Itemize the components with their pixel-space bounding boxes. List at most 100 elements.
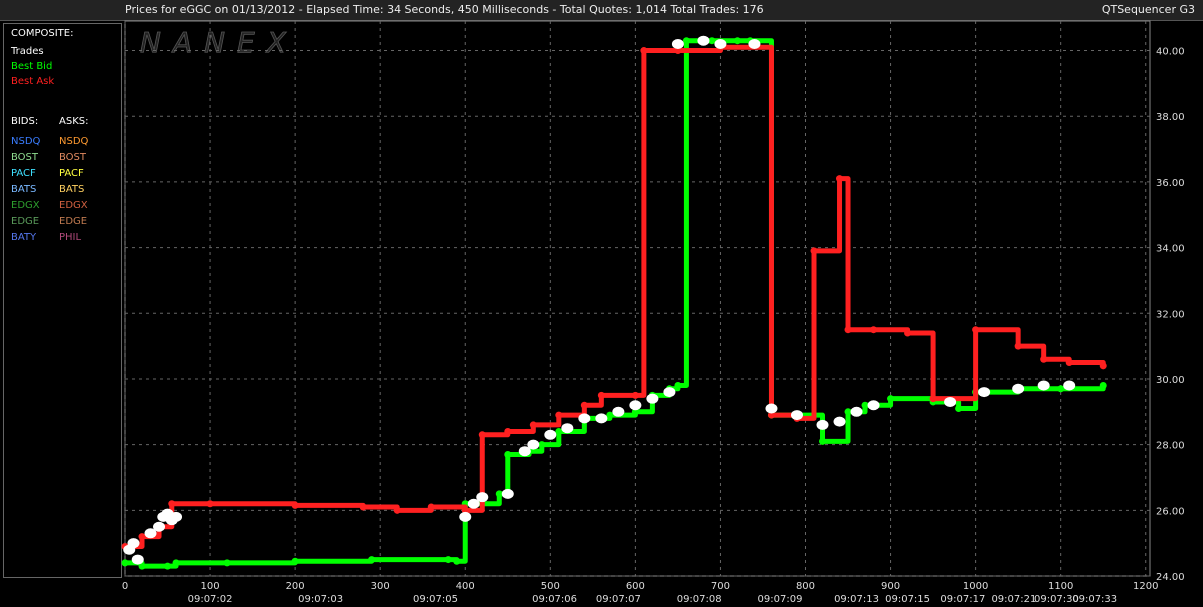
best-ask-point [478, 431, 486, 439]
x-tick-label: 500 [541, 581, 560, 592]
best-ask-point [904, 329, 912, 337]
best-ask-point [359, 503, 367, 511]
best-bid-point [887, 395, 895, 403]
y-tick-label: 40.00 [1156, 47, 1185, 58]
trade-point [153, 521, 166, 532]
x-tick-label: 1100 [1048, 581, 1073, 592]
trade-point [578, 413, 591, 424]
best-ask-point [972, 326, 980, 334]
best-bid-point [1099, 382, 1107, 390]
best-ask-point [555, 411, 563, 419]
best-bid-point [223, 559, 231, 567]
x-tick-label: 300 [371, 581, 390, 592]
trade-point [131, 554, 144, 565]
time-label: 09:07:06 [532, 594, 577, 605]
trade-point [748, 38, 761, 49]
best-ask-point [206, 500, 214, 508]
trade-point [697, 35, 710, 46]
trade-point [561, 423, 574, 434]
trade-point [765, 403, 778, 414]
best-bid-point [844, 408, 852, 416]
best-ask-point [1065, 359, 1073, 367]
best-ask-point [631, 391, 639, 399]
best-bid-point [172, 559, 180, 567]
trade-point [671, 38, 684, 49]
best-ask-point [597, 391, 605, 399]
trade-point [595, 413, 608, 424]
time-label: 09:07:02 [188, 594, 233, 605]
x-tick-label: 400 [456, 581, 475, 592]
y-tick-label: 26.00 [1156, 506, 1185, 517]
nanex-watermark: NANEX [140, 26, 298, 59]
x-tick-label: 700 [711, 581, 730, 592]
best-ask-point [836, 175, 844, 183]
trade-point [170, 511, 183, 522]
time-label: 09:07:05 [413, 594, 458, 605]
best-ask-point [1040, 355, 1048, 363]
best-bid-point [708, 37, 716, 45]
trade-point [833, 416, 846, 427]
trade-point [1063, 380, 1076, 391]
x-tick-label: 200 [286, 581, 305, 592]
best-ask-point [929, 395, 937, 403]
best-ask-point [844, 326, 852, 334]
best-ask-point [291, 501, 299, 509]
trade-point [714, 38, 727, 49]
best-bid-point [444, 556, 452, 564]
best-bid-point [1057, 385, 1065, 393]
best-bid-point [368, 556, 376, 564]
trade-point [459, 511, 472, 522]
trade-point [944, 396, 957, 407]
best-bid-point [291, 557, 299, 565]
time-label: 09:07:07 [596, 594, 641, 605]
best-ask-point [529, 421, 537, 429]
trade-point [850, 406, 863, 417]
y-tick-label: 34.00 [1156, 244, 1185, 255]
trade-point [544, 429, 557, 440]
best-bid-point [955, 405, 963, 413]
best-bid-point [733, 37, 741, 45]
trade-point [663, 387, 676, 398]
best-bid-point [674, 382, 682, 390]
best-bid-point [164, 562, 172, 570]
time-label: 09:07:03 [298, 594, 343, 605]
best-ask-point [870, 326, 878, 334]
best-bid-point [504, 450, 512, 458]
price-chart: NANEX 24.00 26.00 28.00 30.00 32.00 34.00 36.0… [121, 20, 1185, 605]
best-bid-point [121, 559, 129, 567]
time-label: 09:07:13 [834, 594, 879, 605]
time-label: 09:07:15 [885, 594, 930, 605]
y-tick-label: 38.00 [1156, 112, 1185, 123]
y-tick-label: 30.00 [1156, 375, 1185, 386]
y-tick-label: 28.00 [1156, 441, 1185, 452]
trade-point [527, 439, 540, 450]
time-label: 09:07:09 [758, 594, 803, 605]
best-bid-point [861, 401, 869, 409]
best-bid-point [538, 441, 546, 449]
x-tick-label: 600 [626, 581, 645, 592]
trade-point [1037, 380, 1050, 391]
x-tick-label: 1000 [963, 581, 988, 592]
trade-point [790, 410, 803, 421]
trade-point [629, 400, 642, 411]
best-bid-point [606, 411, 614, 419]
trade-point [612, 406, 625, 417]
best-ask-point [138, 533, 146, 541]
best-ask-point [393, 506, 401, 514]
y-tick-label: 24.00 [1156, 572, 1185, 583]
best-bid-point [453, 557, 461, 565]
trade-point [816, 419, 829, 430]
best-bid-point [555, 428, 563, 436]
best-bid-point [495, 490, 503, 498]
best-ask-point [580, 401, 588, 409]
x-tick-label: 1200 [1133, 581, 1158, 592]
best-ask-point [1014, 342, 1022, 350]
trade-point [127, 538, 140, 549]
x-tick-label: 0 [122, 581, 128, 592]
x-tick-label: 100 [201, 581, 220, 592]
best-ask-point [1099, 362, 1107, 370]
best-ask-point [168, 500, 176, 508]
time-label: 09:07:21 [991, 594, 1036, 605]
trade-point [1012, 383, 1025, 394]
x-tick-label: 800 [796, 581, 815, 592]
